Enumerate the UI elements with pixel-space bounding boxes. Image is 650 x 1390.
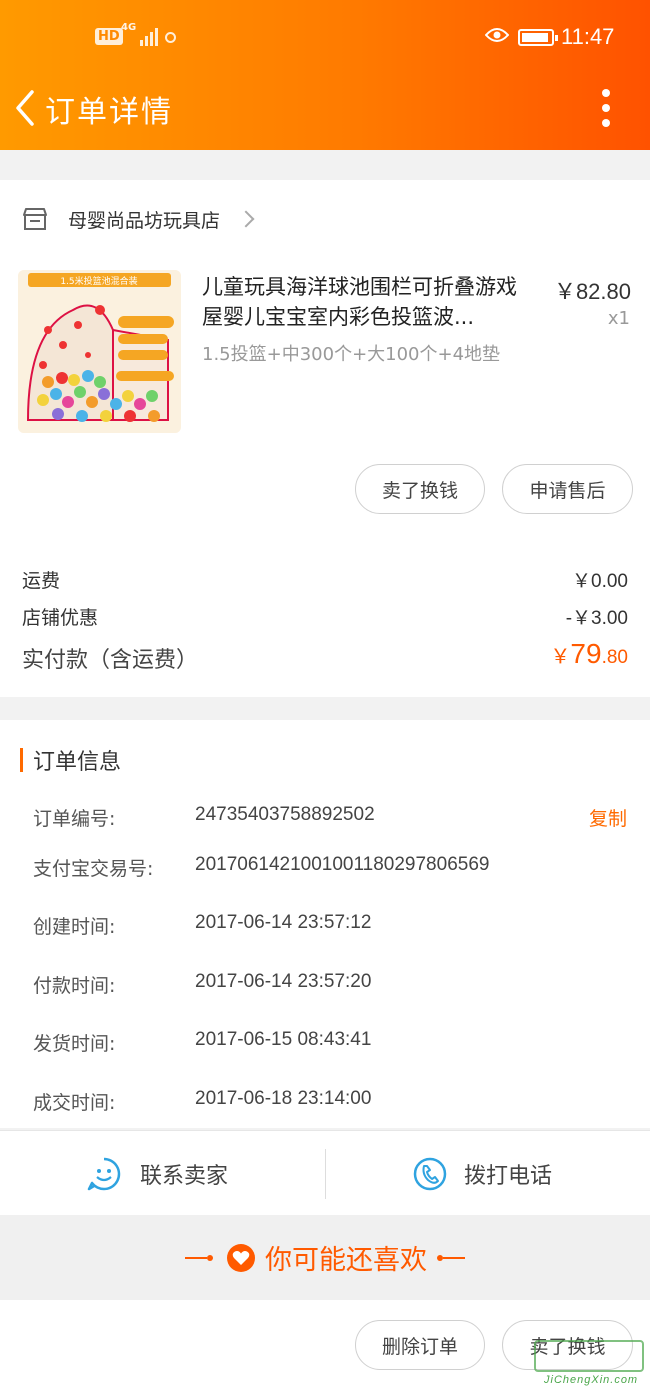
watermark-url: JiChengXin.com (544, 1374, 639, 1386)
chat-face-icon (87, 1157, 121, 1190)
paid-time-value: 2017-06-14 23:57:20 (195, 971, 372, 992)
created-time-label: 创建时间: (33, 916, 116, 938)
store-icon (23, 208, 47, 230)
contact-seller-button[interactable]: 联系卖家 (86, 1131, 228, 1216)
paid-decimal: .80 (601, 647, 628, 668)
alipay-trade-value: 2017061421001001180297806569 (195, 854, 490, 875)
sell-button[interactable]: 卖了换钱 (355, 464, 485, 514)
shipped-time-value: 2017-06-15 08:43:41 (195, 1029, 372, 1050)
ball-pool-image: 1.5米投篮池混合装 (18, 270, 181, 433)
chevron-right-icon (237, 210, 255, 228)
page-title: 订单详情 (45, 95, 173, 130)
call-phone-label: 拨打电话 (464, 1163, 553, 1189)
alipay-trade-label: 支付宝交易号: (33, 858, 154, 880)
watermark-logo: JiChengXin.com (530, 1338, 648, 1388)
order-info-header: 订单信息 (20, 747, 122, 775)
call-phone-button[interactable]: 拨打电话 (412, 1131, 552, 1216)
completed-time-label: 成交时间: (33, 1092, 116, 1114)
accent-bar (20, 748, 23, 772)
recommend-header: 你可能还喜欢 (0, 1215, 650, 1300)
shop-link[interactable]: 母婴尚品坊玩具店 (22, 204, 255, 234)
contact-bar: 联系卖家 拨打电话 (0, 1130, 650, 1215)
product-quantity: x1 (607, 308, 630, 329)
contact-seller-label: 联系卖家 (140, 1163, 229, 1189)
thumb-banner-text: 1.5米投篮池混合装 (60, 275, 137, 287)
order-item-card: 母婴尚品坊玩具店 1.5米投篮池混合装 儿童玩具海洋球池围栏可折叠游戏屋婴儿宝宝… (0, 180, 650, 697)
recommend-title: 你可能还喜欢 (265, 1245, 427, 1276)
paid-amount-value: ￥79.80 (550, 638, 628, 670)
shipping-fee-value: ￥0.00 (572, 571, 628, 592)
status-bar: HD 4G 11:47 (0, 22, 650, 54)
more-menu-icon[interactable] (596, 86, 616, 127)
hd-badge: HD (95, 28, 123, 45)
shipping-fee-label: 运费 (22, 570, 61, 592)
completed-time-value: 2017-06-18 23:14:00 (195, 1088, 372, 1109)
contact-divider (325, 1149, 326, 1199)
nav-bar: 订单详情 (0, 80, 650, 134)
signal-icon (140, 26, 158, 46)
after-sale-button[interactable]: 申请售后 (502, 464, 633, 514)
watermark-frame (534, 1340, 644, 1372)
delete-order-button[interactable]: 删除订单 (355, 1320, 485, 1370)
back-icon[interactable] (8, 86, 44, 130)
paid-integer: 79 (570, 638, 602, 669)
order-info-title: 订单信息 (33, 750, 122, 775)
sync-icon (165, 32, 176, 43)
order-number-label: 订单编号: (33, 808, 116, 830)
network-label: 4G (121, 22, 137, 33)
paid-amount-label: 实付款（含运费） (22, 648, 199, 673)
product-title[interactable]: 儿童玩具海洋球池围栏可折叠游戏屋婴儿宝宝室内彩色投篮波... (202, 272, 537, 332)
order-number-value: 24735403758892502 (195, 804, 375, 825)
phone-icon (413, 1157, 447, 1190)
product-thumbnail[interactable]: 1.5米投篮池混合装 (18, 270, 181, 433)
product-price: ￥82.80 (553, 279, 631, 304)
left-deco-line (185, 1254, 213, 1261)
shop-discount-value: -￥3.00 (565, 608, 628, 629)
shop-name: 母婴尚品坊玩具店 (68, 209, 221, 232)
app-header: HD 4G 11:47 订单详情 (0, 0, 650, 150)
eye-comfort-icon (485, 28, 509, 42)
order-info-card: 订单信息 订单编号: 24735403758892502 复制 支付宝交易号: … (0, 720, 650, 1128)
battery-icon (518, 29, 558, 46)
heart-icon (227, 1243, 255, 1272)
product-spec: 1.5投篮+中300个+大100个+4地垫 (202, 344, 501, 365)
paid-time-label: 付款时间: (33, 975, 116, 997)
created-time-value: 2017-06-14 23:57:12 (195, 912, 372, 933)
paid-currency: ￥ (550, 646, 571, 668)
shipped-time-label: 发货时间: (33, 1033, 116, 1055)
right-deco-line (437, 1254, 465, 1261)
status-time: 11:47 (561, 24, 615, 49)
shop-discount-label: 店铺优惠 (22, 607, 99, 629)
copy-button[interactable]: 复制 (589, 804, 627, 831)
